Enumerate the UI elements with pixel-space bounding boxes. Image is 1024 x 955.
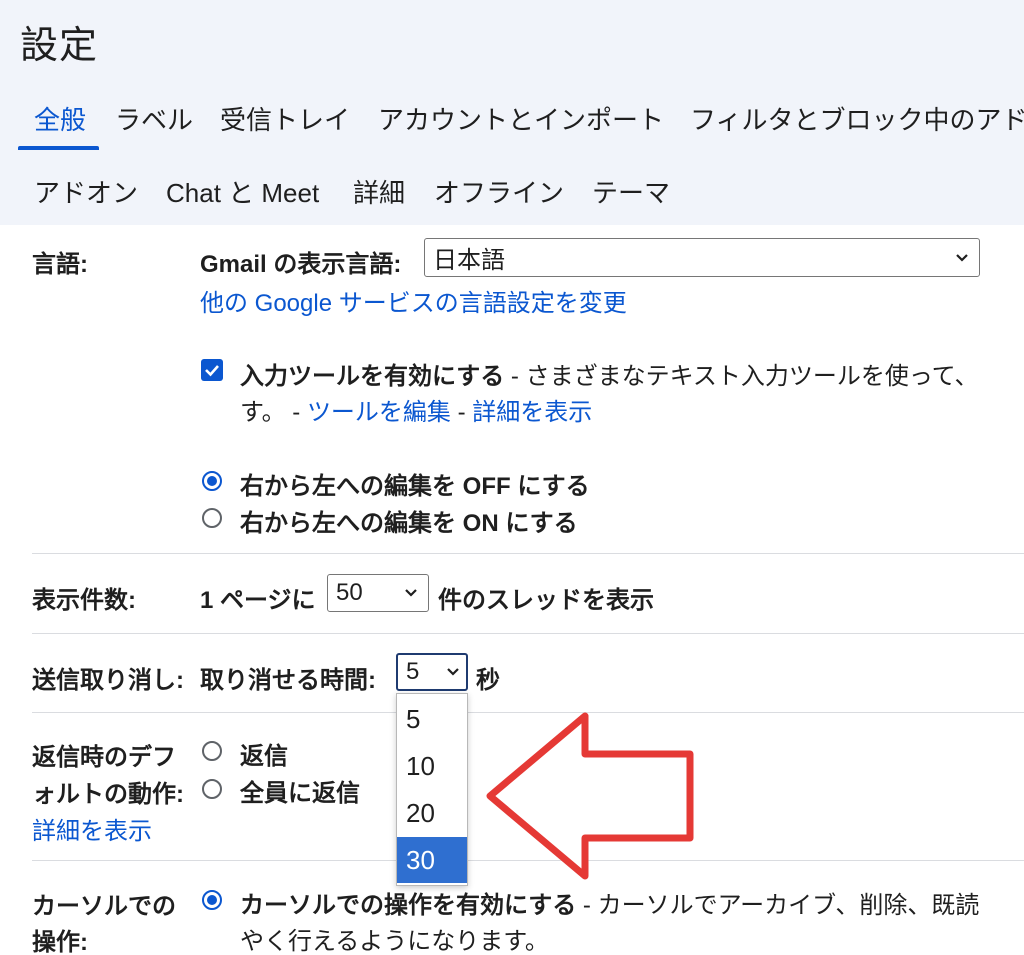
active-tab-indicator [18, 146, 99, 150]
input-tools-details-link[interactable]: 詳細を表示 [472, 399, 592, 426]
cursor-actions-description-line2: やく行えるようになります。 [240, 928, 549, 955]
input-tools-title: 入力ツールを有効にする [240, 363, 505, 390]
undo-send-select[interactable]: 5 [396, 653, 468, 691]
page-size-prefix: 1 ページに [200, 587, 316, 614]
reply-radio[interactable] [202, 741, 222, 761]
input-tools-line2: す。 - ツールを編集 - 詳細を表示 [240, 392, 592, 427]
language-label: 言語: [32, 251, 88, 278]
separator-text: - [450, 399, 473, 426]
cursor-actions-enable-radio[interactable] [202, 890, 222, 910]
cursor-actions-text: カーソルでの操作を有効にする - カーソルでアーカイブ、削除、既読 [240, 885, 979, 920]
tab-general[interactable]: 全般 [34, 100, 86, 137]
tab-advanced[interactable]: 詳細 [353, 173, 405, 210]
undo-send-option-5[interactable]: 5 [397, 696, 467, 742]
undo-send-unit: 秒 [476, 667, 500, 694]
cursor-actions-label-line2: 操作: [32, 929, 88, 955]
reply-default-details-link[interactable]: 詳細を表示 [32, 811, 152, 846]
undo-send-options-list: 5 10 20 30 [396, 693, 468, 886]
reply-all-option-label: 全員に返信 [240, 780, 360, 807]
tab-addons[interactable]: アドオン [34, 173, 138, 210]
undo-send-value: 5 [406, 658, 420, 685]
page-size-label: 表示件数: [32, 587, 136, 614]
checkmark-icon [205, 365, 219, 377]
display-language-label: Gmail の表示言語: [200, 251, 402, 278]
rtl-off-radio[interactable] [202, 471, 222, 491]
section-divider [32, 553, 1024, 554]
rtl-on-radio[interactable] [202, 508, 222, 528]
undo-send-option-10[interactable]: 10 [397, 743, 467, 789]
cursor-actions-label-line1: カーソルでの [32, 893, 176, 920]
input-tools-description-end: す。 - [240, 399, 307, 426]
cursor-actions-description: - カーソルでアーカイブ、削除、既読 [576, 892, 980, 919]
tab-inbox[interactable]: 受信トレイ [220, 100, 350, 137]
reply-all-radio[interactable] [202, 779, 222, 799]
section-divider [32, 633, 1024, 634]
tab-filters-blocked[interactable]: フィルタとブロック中のアド [690, 100, 1024, 137]
input-tools-description: - さまざまなテキスト入力ツールを使って、 [504, 363, 979, 390]
settings-page: 設定 全般 ラベル 受信トレイ アカウントとインポート フィルタとブロック中のア… [0, 0, 1024, 955]
rtl-on-label: 右から左への編集を ON にする [240, 510, 578, 537]
reply-default-label-line1: 返信時のデフ [32, 744, 176, 771]
tab-themes[interactable]: テーマ [592, 173, 670, 210]
input-tools-text: 入力ツールを有効にする - さまざまなテキスト入力ツールを使って、 [240, 356, 978, 391]
display-language-value: 日本語 [433, 247, 505, 274]
page-title: 設定 [20, 25, 99, 67]
input-tools-checkbox[interactable] [201, 359, 223, 381]
page-size-suffix: 件のスレッドを表示 [438, 587, 654, 614]
display-language-select[interactable]: 日本語 [424, 238, 980, 277]
page-size-value: 50 [336, 579, 363, 606]
undo-send-label: 送信取り消し: [32, 667, 184, 694]
reply-option-label: 返信 [240, 743, 288, 770]
undo-send-time-label: 取り消せる時間: [200, 667, 376, 694]
reply-default-label-line2: ォルトの動作: [32, 781, 184, 808]
red-arrow-annotation [486, 712, 694, 880]
settings-header: 設定 全般 ラベル 受信トレイ アカウントとインポート フィルタとブロック中のア… [0, 0, 1024, 225]
tab-chat-meet[interactable]: Chat と Meet [166, 173, 319, 210]
chevron-down-icon [447, 668, 459, 676]
tab-accounts-import[interactable]: アカウントとインポート [378, 100, 664, 137]
edit-tools-link[interactable]: ツールを編集 [307, 399, 451, 426]
undo-send-option-20[interactable]: 20 [397, 790, 467, 836]
chevron-down-icon [956, 253, 968, 262]
other-services-language-link[interactable]: 他の Google サービスの言語設定を変更 [200, 283, 627, 318]
tab-labels[interactable]: ラベル [115, 100, 193, 137]
cursor-actions-title: カーソルでの操作を有効にする [240, 892, 577, 919]
chevron-down-icon [405, 589, 417, 597]
page-size-select[interactable]: 50 [327, 574, 429, 612]
undo-send-option-30[interactable]: 30 [397, 837, 467, 883]
tab-offline[interactable]: オフライン [434, 173, 564, 210]
rtl-off-label: 右から左への編集を OFF にする [240, 473, 590, 500]
